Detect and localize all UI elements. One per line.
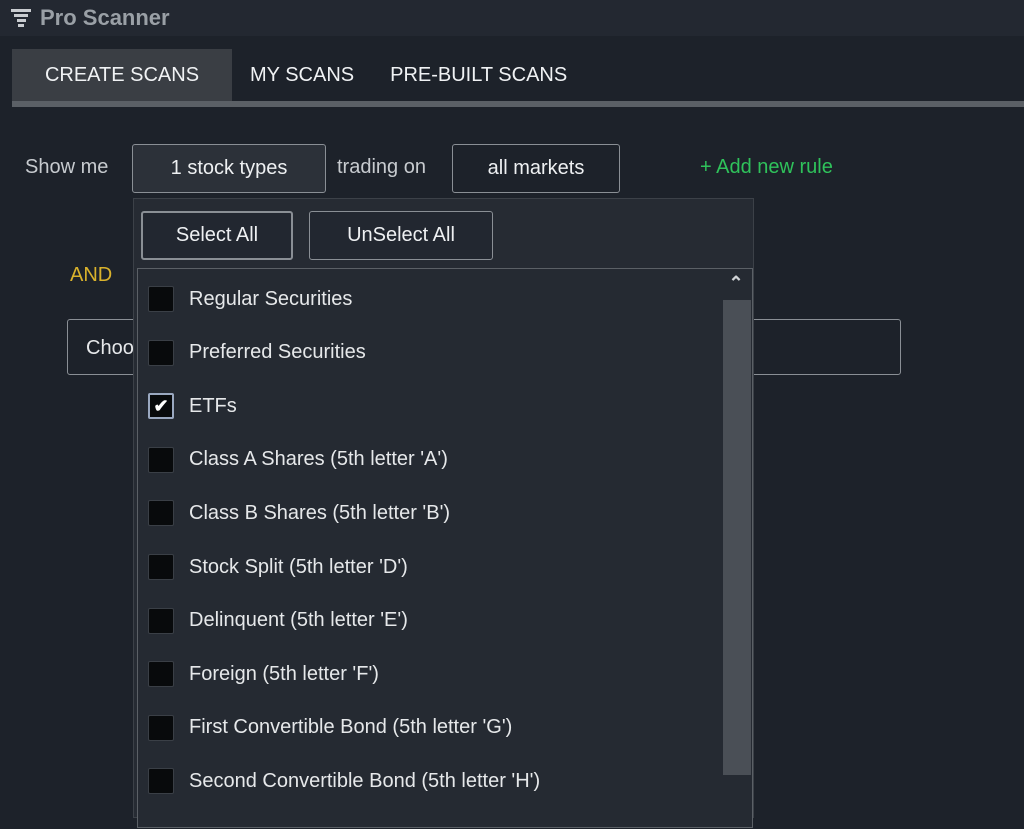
- add-new-rule-link[interactable]: + Add new rule: [700, 156, 833, 179]
- item-label: Class B Shares (5th letter 'B'): [189, 501, 451, 524]
- list-item[interactable]: Regular Securities: [148, 285, 352, 313]
- app-title: Pro Scanner: [40, 5, 170, 30]
- list-item[interactable]: Delinquent (5th letter 'E'): [148, 607, 408, 635]
- filter-icon: [10, 9, 32, 27]
- checkbox[interactable]: [148, 607, 174, 634]
- unselect-all-button[interactable]: UnSelect All: [309, 211, 493, 260]
- checkbox[interactable]: [148, 339, 174, 366]
- scroll-up-icon[interactable]: ⌃: [721, 273, 751, 294]
- checkbox[interactable]: [148, 286, 174, 312]
- checkbox[interactable]: [148, 661, 174, 688]
- list-item[interactable]: ✔ ETFs: [148, 392, 237, 420]
- item-label: Class A Shares (5th letter 'A'): [189, 448, 448, 471]
- stock-types-list: Regular Securities Preferred Securities ✔ E…: [137, 268, 753, 828]
- scrollbar[interactable]: ⌃: [721, 269, 751, 829]
- tab-underline: [12, 101, 1024, 107]
- list-item[interactable]: Stock Split (5th letter 'D'): [148, 553, 408, 581]
- item-label: Second Convertible Bond (5th letter 'H'): [189, 769, 541, 792]
- checkbox[interactable]: [148, 714, 174, 741]
- checkbox[interactable]: [148, 554, 174, 580]
- tab-pre-built-scans[interactable]: PRE-BUILT SCANS: [372, 49, 585, 101]
- tab-create-scans[interactable]: CREATE SCANS: [12, 49, 232, 101]
- stock-types-dropdown[interactable]: 1 stock types: [132, 144, 326, 193]
- checkbox[interactable]: ✔: [148, 393, 174, 420]
- item-label: First Convertible Bond (5th letter 'G'): [189, 716, 513, 739]
- item-label: Foreign (5th letter 'F'): [189, 662, 379, 685]
- tab-bar: CREATE SCANS MY SCANS PRE-BUILT SCANS: [12, 49, 585, 101]
- markets-dropdown[interactable]: all markets: [452, 144, 620, 193]
- item-label: Regular Securities: [189, 287, 353, 310]
- list-item[interactable]: Foreign (5th letter 'F'): [148, 660, 379, 688]
- tab-my-scans[interactable]: MY SCANS: [232, 49, 372, 101]
- list-item[interactable]: Class A Shares (5th letter 'A'): [148, 446, 448, 474]
- checkbox[interactable]: [148, 500, 174, 527]
- checkbox[interactable]: [148, 446, 174, 473]
- show-me-label: Show me: [25, 156, 109, 178]
- and-label: AND: [70, 264, 113, 286]
- trading-on-label: trading on: [337, 156, 426, 178]
- item-label: Delinquent (5th letter 'E'): [189, 609, 408, 632]
- select-all-button[interactable]: Select All: [141, 211, 293, 260]
- list-item[interactable]: Class B Shares (5th letter 'B'): [148, 499, 450, 527]
- list-item[interactable]: First Convertible Bond (5th letter 'G'): [148, 714, 512, 742]
- list-item[interactable]: Preferred Securities: [148, 339, 366, 367]
- check-icon: ✔: [153, 395, 169, 416]
- item-label: ETFs: [189, 394, 237, 417]
- scrollbar-thumb[interactable]: [723, 300, 751, 775]
- title-bar: Pro Scanner: [0, 0, 1024, 36]
- list-item[interactable]: Second Convertible Bond (5th letter 'H'): [148, 767, 540, 795]
- checkbox[interactable]: [148, 768, 174, 795]
- item-label: Preferred Securities: [189, 341, 366, 364]
- item-label: Stock Split (5th letter 'D'): [189, 555, 408, 578]
